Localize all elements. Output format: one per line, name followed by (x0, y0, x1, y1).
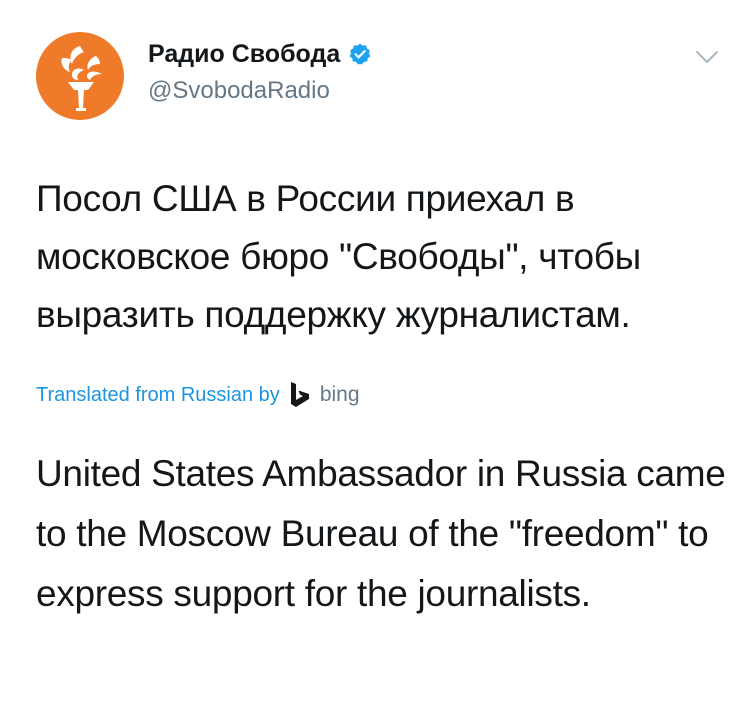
translation-provider: bing (319, 383, 360, 406)
translated-text: United States Ambassador in Russia came … (36, 453, 726, 614)
bing-logo-icon (290, 382, 309, 407)
radio-svoboda-torch-logo-icon (61, 46, 102, 111)
author-names: Радио Свобода @SvobodaRadio (148, 39, 372, 105)
tweet-header: Радио Свобода @SvobodaRadio (36, 32, 726, 122)
translation-label[interactable]: Translated from Russian by (36, 380, 280, 410)
author-handle[interactable]: @SvobodaRadio (148, 77, 372, 105)
avatar[interactable] (36, 32, 124, 120)
author-display-name[interactable]: Радио Свобода (148, 39, 372, 69)
tweet-text: Посол США в России приехал в московское … (36, 178, 641, 335)
chevron-down-icon[interactable] (694, 48, 720, 66)
verified-badge-icon (349, 43, 371, 65)
display-name-text: Радио Свобода (148, 40, 341, 68)
translation-attribution[interactable]: Translated from Russian by bing (36, 380, 360, 410)
